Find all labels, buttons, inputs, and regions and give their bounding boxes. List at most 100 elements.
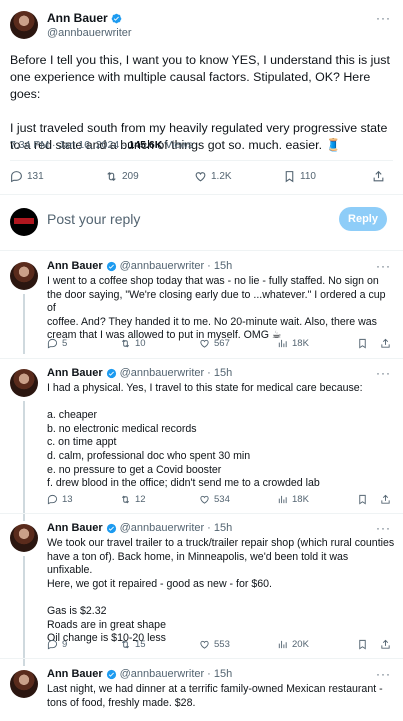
share-action[interactable] (380, 338, 391, 349)
reply-actions: 13 12 534 18K (47, 494, 395, 508)
divider (0, 250, 403, 251)
reply-button[interactable]: Reply (339, 207, 387, 231)
reply-text: I had a physical. Yes, I travel to this … (47, 382, 395, 491)
like-action[interactable]: 567 (199, 338, 230, 349)
dot-separator: · (207, 260, 211, 272)
reply-header: Ann Bauer @annbauerwriter · 15h (47, 522, 232, 534)
reply-time[interactable]: 15h (214, 522, 232, 534)
share-action[interactable] (380, 494, 391, 505)
views-action[interactable]: 18K (277, 494, 309, 505)
reply-icon (11, 171, 22, 183)
more-options-icon[interactable]: ··· (376, 521, 391, 535)
post-timestamp[interactable]: 7:34 PM · Jan 16, 2024 · (10, 139, 128, 151)
bookmark-icon (359, 494, 366, 505)
reply-line: I had a physical. Yes, I travel to this … (47, 382, 363, 394)
like-action[interactable]: 534 (199, 494, 230, 505)
reply-avatar[interactable] (10, 524, 38, 552)
author-name[interactable]: Ann Bauer (47, 11, 108, 25)
repost-action[interactable]: 10 (120, 338, 146, 349)
thread-line (23, 294, 25, 354)
reply-line: Gas is $2.32 (47, 604, 107, 617)
verified-badge-icon (106, 261, 116, 271)
repost-action[interactable]: 12 (120, 494, 146, 505)
views-count: 145.6K (128, 139, 163, 151)
like-action[interactable]: 553 (199, 639, 230, 650)
reply-line: e. no pressure to get a Covid booster (47, 463, 222, 476)
reply-count: 9 (62, 639, 68, 650)
reply-icon (47, 338, 58, 349)
reply-header: Ann Bauer @annbauerwriter · 15h (47, 668, 232, 680)
reply-input[interactable]: Post your reply (47, 211, 140, 227)
reply-action[interactable]: 5 (47, 338, 67, 349)
current-user-avatar (10, 208, 38, 236)
divider (0, 358, 403, 359)
share-action[interactable] (380, 639, 391, 650)
reply-line: Here, we got it repaired - good as new -… (47, 577, 272, 590)
reply-line: coffee. And? They handed it to me. No 20… (47, 315, 377, 328)
more-options-icon[interactable]: ··· (376, 366, 391, 380)
reply-time[interactable]: 15h (214, 367, 232, 379)
reply-author-handle[interactable]: @annbauerwriter (120, 668, 205, 680)
views-chart-icon (278, 640, 287, 649)
reply-author-handle[interactable]: @annbauerwriter (120, 260, 205, 272)
reply-author-name[interactable]: Ann Bauer (47, 522, 103, 534)
like-action[interactable]: 1.2K (194, 170, 232, 183)
bookmark-action[interactable]: 110 (283, 170, 316, 183)
heart-icon (195, 172, 206, 182)
reply-action[interactable]: 131 (10, 170, 44, 183)
reply-time[interactable]: 15h (214, 260, 232, 272)
like-count: 1.2K (211, 171, 232, 182)
verified-badge-icon (106, 523, 116, 533)
reply-avatar[interactable] (10, 670, 38, 698)
reply-author-name[interactable]: Ann Bauer (47, 668, 103, 680)
repost-action[interactable]: 209 (105, 170, 139, 183)
repost-count: 10 (135, 338, 146, 349)
repost-action[interactable]: 15 (120, 639, 146, 650)
repost-icon (107, 171, 116, 182)
views-action[interactable]: 18K (277, 338, 309, 349)
reply-line: b. no electronic medical records (47, 422, 197, 435)
reply-avatar[interactable] (10, 369, 38, 397)
author-handle[interactable]: @annbauerwriter (47, 27, 132, 39)
repost-icon (121, 339, 130, 348)
reply-action[interactable]: 9 (47, 639, 67, 650)
reply-line: tons of food, freshly made. $28. (47, 696, 196, 709)
verified-badge-icon (106, 669, 116, 679)
repost-count: 209 (122, 171, 139, 182)
dot-separator: · (207, 668, 211, 680)
bookmark-action[interactable] (357, 338, 368, 349)
reply-actions: 9 15 553 20K (47, 639, 395, 653)
views-chart-icon (278, 339, 287, 348)
reply-avatar[interactable] (10, 262, 38, 290)
repost-count: 15 (135, 639, 146, 650)
like-count: 567 (214, 338, 230, 349)
more-options-icon[interactable]: ··· (376, 667, 391, 681)
post-paragraph: Before I tell you this, I want you to kn… (10, 53, 390, 101)
share-action[interactable] (372, 170, 385, 183)
author-avatar[interactable] (10, 11, 38, 39)
bookmark-icon (359, 639, 366, 650)
views-action[interactable]: 20K (277, 639, 309, 650)
reply-count: 131 (27, 171, 44, 182)
bookmark-action[interactable] (357, 639, 368, 650)
share-icon (381, 338, 390, 348)
reply-header: Ann Bauer @annbauerwriter · 15h (47, 367, 232, 379)
reply-header: Ann Bauer @annbauerwriter · 15h (47, 260, 232, 272)
reply-author-handle[interactable]: @annbauerwriter (120, 522, 205, 534)
reply-action[interactable]: 13 (47, 494, 73, 505)
post-actions: 131 209 1.2K 110 (10, 170, 390, 188)
reply-author-name[interactable]: Ann Bauer (47, 367, 103, 379)
reply-count: 5 (62, 338, 68, 349)
bookmark-action[interactable] (357, 494, 368, 505)
reply-author-handle[interactable]: @annbauerwriter (120, 367, 205, 379)
more-options-icon[interactable]: ··· (376, 11, 391, 25)
author-name-row[interactable]: Ann Bauer (47, 11, 122, 25)
more-options-icon[interactable]: ··· (376, 259, 391, 273)
reply-time[interactable]: 15h (214, 668, 232, 680)
reply-author-name[interactable]: Ann Bauer (47, 260, 103, 272)
share-icon (373, 170, 384, 182)
repost-count: 12 (135, 494, 146, 505)
reply-text: I went to a coffee shop today that was -… (47, 275, 395, 343)
